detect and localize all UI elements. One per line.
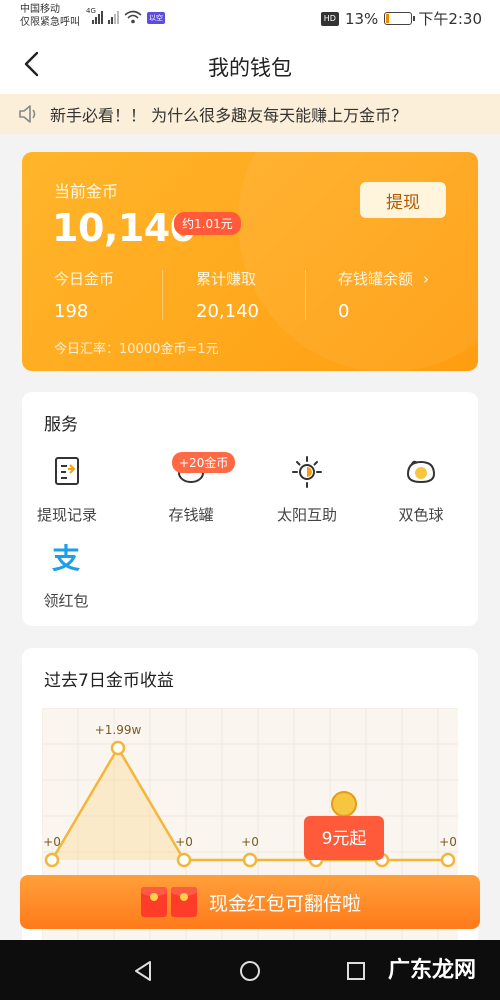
notice-bar[interactable]: 新手必看！！ 为什么很多趣友每天能赚上万金币？ [0, 94, 500, 134]
carrier-status: 仅限紧急呼叫 [20, 17, 80, 28]
data-point [440, 852, 456, 868]
banner-text: 现金红包可翻倍啦 [208, 892, 361, 915]
data-label: +0 [175, 835, 193, 849]
total-earned-label: 累计赚取 [196, 270, 257, 288]
cash-red-envelope-banner[interactable]: 现金红包可翻倍啦 [20, 875, 480, 929]
piggy-balance-stat[interactable]: 存钱罐余额 › 0 [338, 268, 429, 322]
clock: 下午2:30 [418, 10, 482, 28]
data-point [44, 852, 60, 868]
service-label: 存钱罐 [168, 506, 214, 524]
promo-label: 9元起 [322, 829, 367, 849]
service-label: 双色球 [398, 506, 444, 524]
service-withdraw-record[interactable]: 提现记录 [22, 454, 112, 525]
total-earned-stat: 累计赚取 20,140 [196, 268, 259, 322]
app-badge: 以空 [147, 12, 165, 24]
service-red-envelope[interactable]: 支 领红包 [34, 540, 98, 611]
battery-icon [384, 12, 416, 25]
wallet-card: 当前金币 10,140 约1.01元 提现 今日金币 198 累计赚取 20,1… [22, 152, 478, 371]
data-point [242, 852, 258, 868]
wifi-icon [124, 10, 142, 24]
speaker-icon [19, 105, 36, 123]
divider [305, 270, 306, 320]
watermark: 广东龙网 [387, 958, 476, 983]
alipay-icon: 支 [52, 542, 80, 575]
service-lottery[interactable]: 双色球 [376, 454, 466, 525]
signal-bars-2-icon [108, 11, 119, 24]
today-coins-stat: 今日金币 198 [54, 268, 114, 322]
coin-icon [331, 791, 357, 817]
recent-square-icon[interactable] [346, 961, 366, 981]
current-coins-label: 当前金币 [54, 182, 119, 201]
services-card: 服务 提现记录 存钱罐 太阳互助 双色球 支 领红包 [22, 392, 478, 626]
data-point [110, 740, 126, 756]
network-type: 4G [86, 7, 96, 15]
page-title: 我的钱包 [208, 56, 292, 80]
piggy-balance-label: 存钱罐余额 › [338, 270, 430, 288]
signal-indicators: 4G 以空 [86, 7, 165, 24]
approx-cash-badge: 约1.01元 [174, 212, 241, 235]
data-label: +1.99w [95, 723, 142, 737]
service-label: 领红包 [43, 592, 89, 610]
data-label: +0 [241, 835, 259, 849]
lottery-ball-icon [406, 460, 436, 484]
svg-text:支: 支 [52, 542, 80, 574]
red-envelope-icon [170, 887, 197, 917]
total-earned-value: 20,140 [196, 301, 259, 322]
services-title: 服务 [44, 415, 78, 435]
exchange-rate: 今日汇率：10000金币=1元 [54, 342, 219, 357]
service-label: 提现记录 [36, 506, 97, 524]
service-sun-mutual[interactable]: 太阳互助 [262, 454, 352, 525]
divider [162, 270, 163, 320]
data-label: +0 [43, 835, 61, 849]
nav-bar: 我的钱包 [0, 36, 500, 94]
carrier-info: 中国移动 仅限紧急呼叫 [20, 3, 80, 29]
battery-percent: 13% [344, 9, 379, 28]
status-right: HD 13% 下午2:30 [320, 8, 482, 29]
sun-icon [292, 456, 322, 488]
chevron-right-icon: › [423, 270, 430, 288]
service-label: 太阳互助 [276, 506, 337, 524]
carrier-name: 中国移动 [20, 4, 60, 15]
today-coins-label: 今日金币 [54, 270, 115, 288]
today-coins-value: 198 [54, 301, 89, 322]
notice-text: 新手必看！！ 为什么很多趣友每天能赚上万金币？ [50, 106, 408, 125]
status-bar: 中国移动 仅限紧急呼叫 4G 以空 HD 13% 下午2:30 [0, 0, 500, 36]
data-point [176, 852, 192, 868]
red-envelope-icon [140, 887, 167, 917]
signal-bars-icon: 4G [86, 7, 103, 24]
home-circle-icon[interactable] [239, 960, 261, 982]
hd-icon: HD [320, 11, 339, 26]
data-label: +0 [439, 835, 457, 849]
withdraw-record-icon [55, 457, 79, 485]
withdraw-button[interactable]: 提现 [360, 182, 446, 218]
earnings-title: 过去7日金币收益 [44, 671, 174, 691]
piggy-bank-badge: +20金币 [172, 452, 236, 473]
back-triangle-icon[interactable] [132, 960, 154, 982]
piggy-balance-value: 0 [338, 301, 350, 322]
